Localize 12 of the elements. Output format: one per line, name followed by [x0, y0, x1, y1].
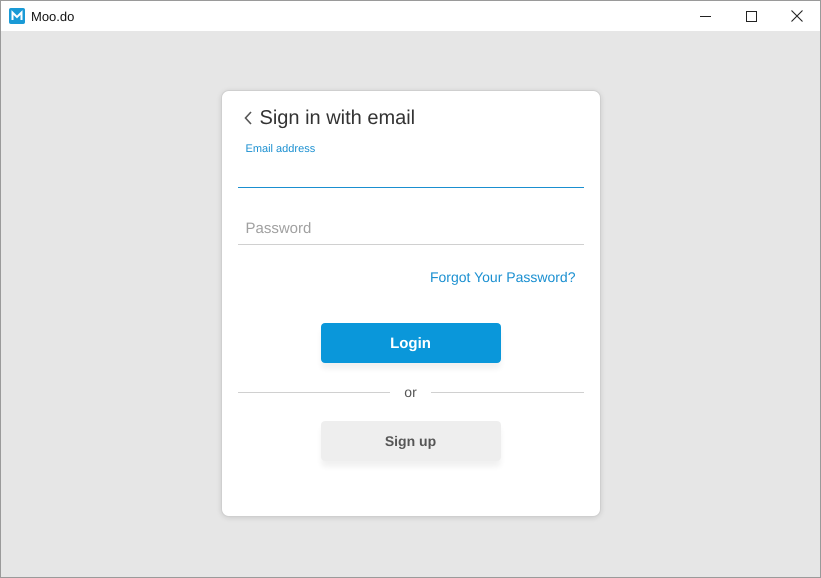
card-title: Sign in with email — [260, 106, 416, 130]
window-title: Moo.do — [31, 8, 74, 24]
field-label: Email address — [246, 143, 316, 155]
close-icon — [791, 10, 803, 22]
back-icon — [244, 111, 252, 125]
password-field[interactable]: Password — [238, 219, 584, 245]
maximize-icon — [746, 10, 756, 22]
forgot-password-link[interactable]: Forgot Your Password? — [430, 269, 576, 285]
sign-up-button[interactable]: Sign up — [320, 421, 500, 461]
divider-text: or — [404, 384, 417, 400]
app-logo-icon — [9, 8, 25, 24]
login-button[interactable]: Login — [320, 323, 500, 363]
